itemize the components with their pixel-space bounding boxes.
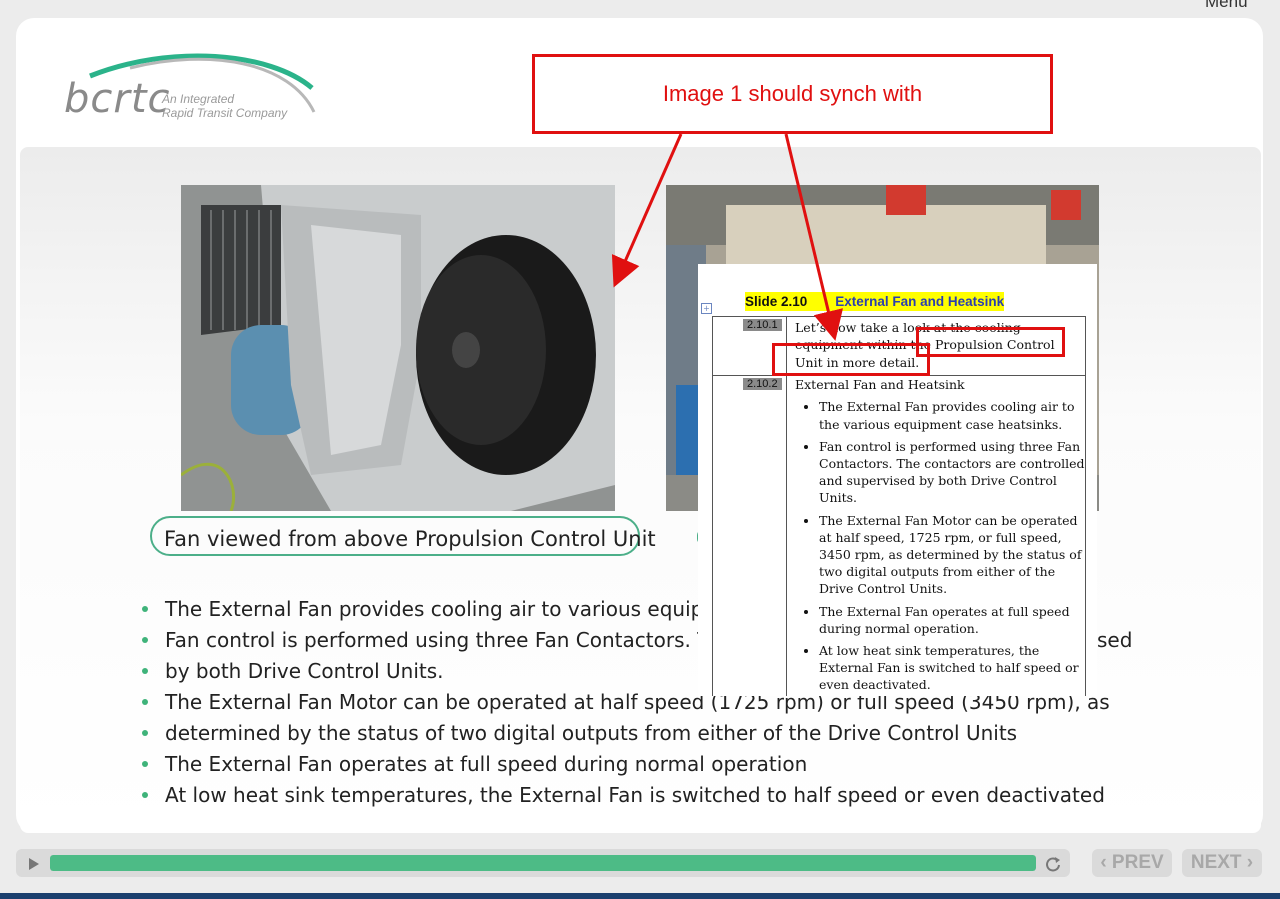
logo-wordmark: bcrtc <box>64 76 171 122</box>
list-item: Fan control is performed using three Fan… <box>819 438 1085 507</box>
list-item: The External Fan operates at full speed … <box>819 603 1085 637</box>
table-move-handle-icon[interactable]: + <box>701 303 712 314</box>
menu-button[interactable]: Menu <box>1205 0 1248 12</box>
row-number: 2.10.2 <box>743 378 782 390</box>
progress-bar[interactable] <box>50 855 1036 871</box>
slide-header: Slide 2.10 External Fan and Heatsink <box>745 292 1005 311</box>
row-content: External Fan and Heatsink The External F… <box>795 376 1085 694</box>
logo-tagline: An Integrated Rapid Transit Company <box>162 92 287 120</box>
column-divider <box>786 376 787 696</box>
bullet-overflow-text: sed <box>1097 628 1133 652</box>
bullet-item: At low heat sink temperatures, the Exter… <box>140 780 1140 810</box>
list-item: The External Fan Motor can be operated a… <box>819 512 1085 598</box>
slide-title: External Fan and Heatsink <box>835 294 1005 309</box>
chevron-right-icon: › <box>1241 852 1254 873</box>
slide-label: Slide 2.10 <box>745 294 808 309</box>
bullet-continuation: determined by the status of two digital … <box>140 718 1140 748</box>
bullet-continuation-text: determined by the status of two digital … <box>165 721 1018 745</box>
fan-photo <box>181 185 615 511</box>
row-bullet-list: The External Fan provides cooling air to… <box>795 398 1085 693</box>
bcrtc-logo: bcrtc An Integrated Rapid Transit Compan… <box>60 48 320 128</box>
os-taskbar <box>0 893 1280 899</box>
bullet-item: The External Fan operates at full speed … <box>140 749 1140 779</box>
prev-button[interactable]: ‹ PREV <box>1092 849 1172 877</box>
chevron-left-icon: ‹ <box>1100 852 1112 873</box>
row-number: 2.10.1 <box>743 319 782 331</box>
row-heading: External Fan and Heatsink <box>795 377 965 392</box>
list-item: The External Fan provides cooling air to… <box>819 398 1085 432</box>
progress-fill <box>50 855 1036 871</box>
highlight-box <box>916 327 1065 357</box>
replay-icon[interactable] <box>1044 855 1062 873</box>
highlight-box <box>772 343 930 376</box>
bullet-continuation-text: by both Drive Control Units. <box>165 659 444 683</box>
next-button[interactable]: NEXT › <box>1182 849 1262 877</box>
annotation-text: Image 1 should synch with <box>662 81 923 106</box>
logo-tagline-line1: An Integrated <box>162 92 235 106</box>
logo-tagline-line2: Rapid Transit Company <box>162 106 288 120</box>
caption-text: Fan viewed from above Propulsion Control… <box>164 527 656 551</box>
annotation-callout: Image 1 should synch with <box>532 54 1053 134</box>
next-label: NEXT <box>1190 852 1242 873</box>
prev-label: PREV <box>1111 852 1164 873</box>
image-caption: Fan viewed from above Propulsion Control… <box>150 516 656 556</box>
table-row: 2.10.2 External Fan and Heatsink The Ext… <box>713 375 1085 696</box>
list-item: At low heat sink temperatures, the Exter… <box>819 642 1085 694</box>
fan-photo-image <box>181 185 615 511</box>
play-icon[interactable] <box>24 855 42 873</box>
